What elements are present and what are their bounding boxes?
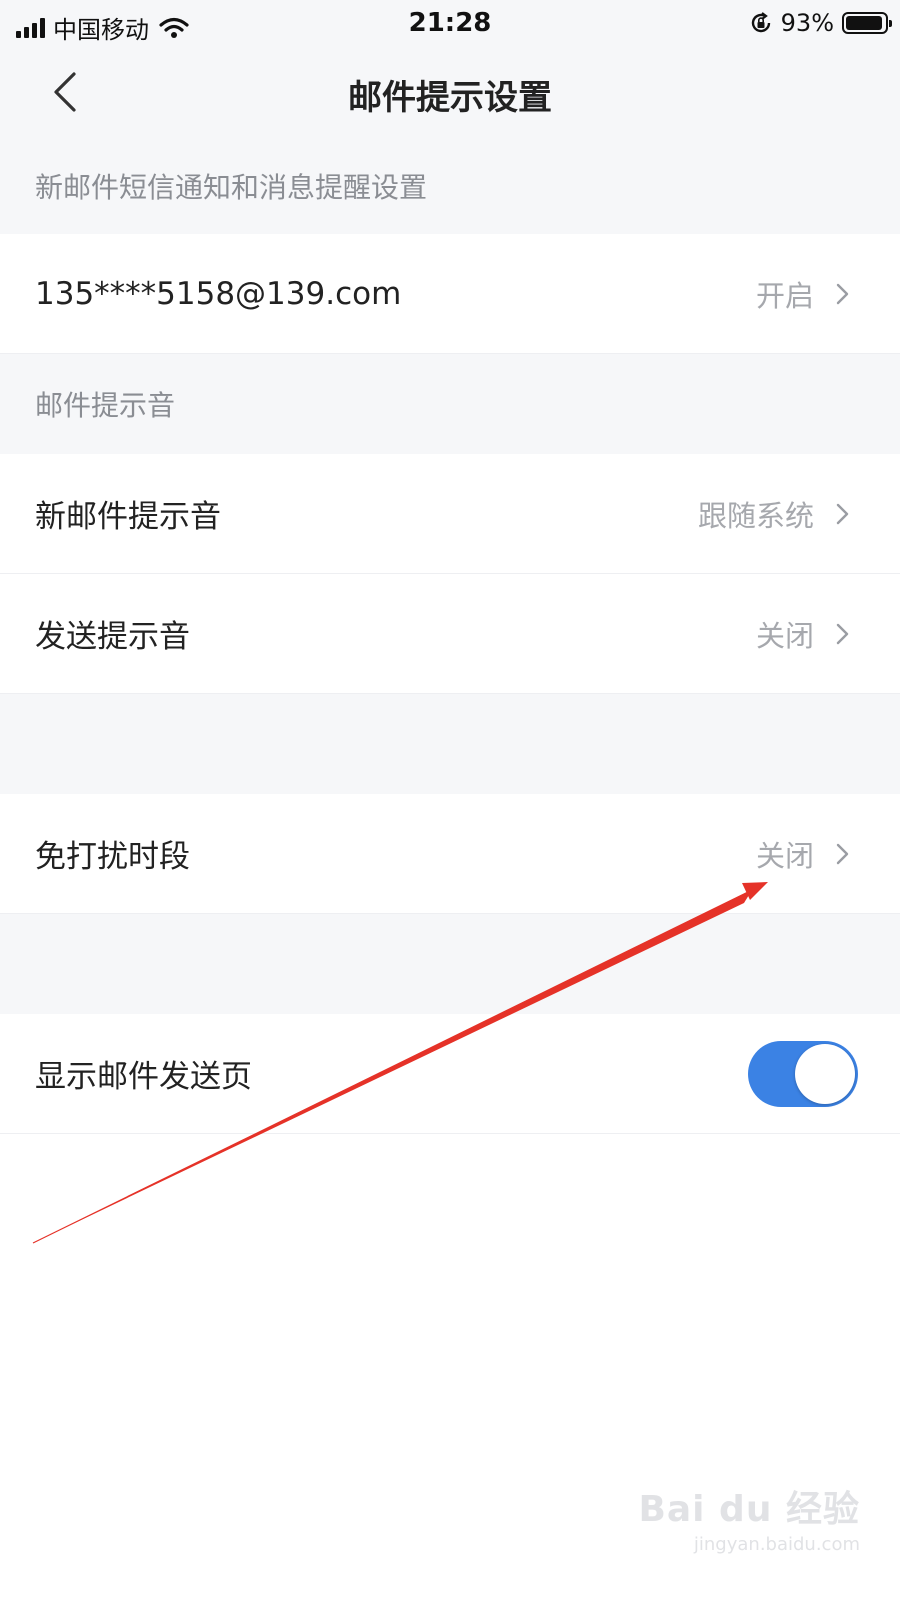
send-sound-row[interactable]: 发送提示音 关闭 (0, 574, 900, 694)
status-bar: 中国移动 21:28 93% (0, 0, 900, 46)
account-notification-row[interactable]: 135****5158@139.com 开启 (0, 234, 900, 354)
status-bar-right: 93% (749, 9, 892, 37)
chevron-right-icon (836, 283, 849, 304)
battery-percent: 93% (780, 9, 834, 37)
row-right-group: 跟随系统 (698, 493, 850, 535)
section-header-sms: 新邮件短信通知和消息提醒设置 (0, 138, 900, 234)
send-sound-label: 发送提示音 (35, 619, 190, 655)
account-notification-status: 开启 (755, 278, 814, 313)
battery-icon (842, 12, 892, 34)
section-header-sound: 邮件提示音 (0, 354, 900, 454)
dnd-period-value: 关闭 (755, 838, 814, 873)
show-send-page-label: 显示邮件发送页 (35, 1059, 252, 1095)
page-title: 邮件提示设置 (348, 78, 552, 118)
dnd-period-row[interactable]: 免打扰时段 关闭 (0, 794, 900, 914)
dnd-period-label: 免打扰时段 (35, 839, 190, 875)
chevron-right-icon (836, 843, 849, 864)
new-mail-sound-row[interactable]: 新邮件提示音 跟随系统 (0, 454, 900, 574)
watermark-url: jingyan.baidu.com (693, 1534, 860, 1555)
toggle-knob (795, 1043, 855, 1104)
new-mail-sound-label: 新邮件提示音 (35, 499, 221, 535)
orientation-lock-icon (751, 12, 770, 33)
section-gap (0, 914, 900, 1014)
watermark-logo: Bai du 经验 (638, 1489, 860, 1530)
new-mail-sound-value: 跟随系统 (697, 498, 814, 533)
section-gap (0, 694, 900, 794)
row-right-group: 开启 (756, 273, 850, 315)
chevron-right-icon (836, 623, 849, 644)
show-send-page-toggle[interactable] (748, 1040, 858, 1107)
send-sound-value: 关闭 (755, 618, 814, 653)
chevron-right-icon (836, 503, 849, 524)
row-right-group: 关闭 (756, 613, 850, 655)
watermark: Bai du 经验 jingyan.baidu.com (638, 1480, 860, 1555)
navigation-bar: 邮件提示设置 (0, 46, 900, 138)
show-send-page-row: 显示邮件发送页 (0, 1014, 900, 1134)
row-right-group: 关闭 (756, 833, 850, 875)
account-email: 135****5158@139.com (35, 275, 402, 312)
